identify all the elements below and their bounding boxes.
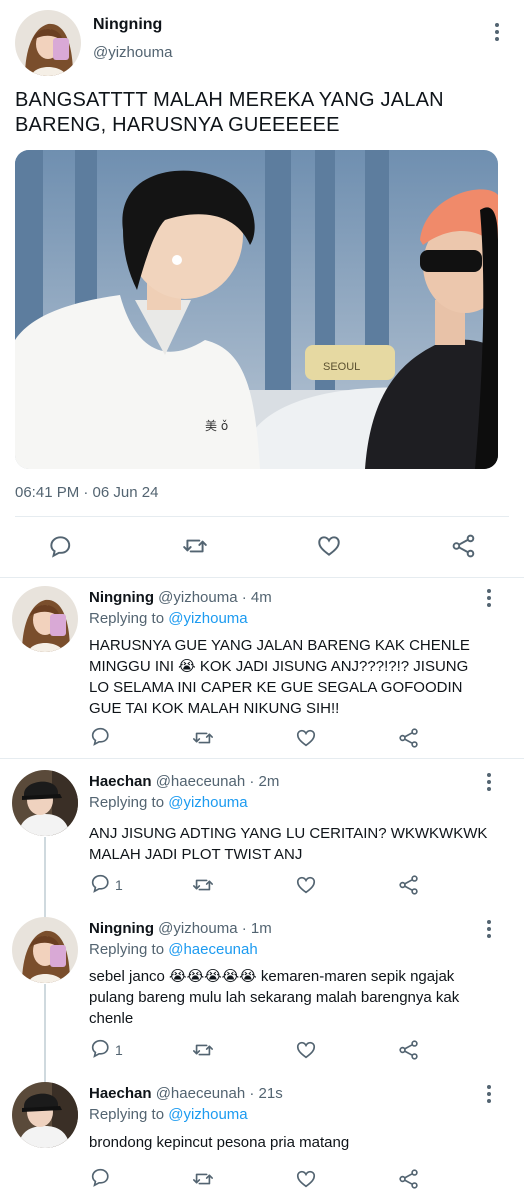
- replying-label: Replying to: [89, 1106, 165, 1123]
- reply-text: HARUSNYA GUE YANG JALAN BARENG KAK CHENL…: [89, 637, 470, 717]
- replying-to-handle[interactable]: @yizhouma: [168, 610, 247, 627]
- reply-tweet: Ningning @yizhouma · 4m Replying to @yiz…: [0, 578, 524, 758]
- reply-header: Ningning @yizhouma · 4m: [89, 589, 272, 606]
- retweet-icon[interactable]: [192, 873, 214, 897]
- reply-header: Haechan @haeceunah · 21s: [89, 1085, 283, 1102]
- tweet-timestamp[interactable]: 06:41 PM · 06 Jun 24: [15, 484, 158, 501]
- retweet-icon[interactable]: [181, 532, 209, 560]
- avatar-haechan[interactable]: [12, 1082, 78, 1148]
- reply-text: ANJ JISUNG ADTING YANG LU CERITAIN? WKWK…: [89, 825, 488, 863]
- reply-text: sebel janco 😭😭😭😭😭 kemaren-maren sepik ng…: [89, 968, 460, 1027]
- author-name[interactable]: Ningning: [89, 589, 154, 606]
- author-handle[interactable]: @haeceunah: [156, 773, 245, 790]
- replying-to-handle[interactable]: @haeceunah: [168, 941, 257, 958]
- replying-to-handle[interactable]: @yizhouma: [168, 794, 247, 811]
- reply-text: brondong kepincut pesona pria matang: [89, 1134, 350, 1151]
- more-vertical-icon[interactable]: [479, 1084, 499, 1104]
- reply-time[interactable]: · 2m: [249, 773, 279, 790]
- author-name[interactable]: Haechan: [89, 1085, 152, 1102]
- more-vertical-icon[interactable]: [479, 772, 499, 792]
- replying-to: Replying to @yizhouma: [89, 610, 248, 627]
- author-name[interactable]: Ningning: [93, 16, 162, 34]
- avatar-ningning[interactable]: [12, 586, 78, 652]
- share-icon[interactable]: [398, 1038, 420, 1062]
- retweet-icon[interactable]: [192, 726, 214, 750]
- author-handle[interactable]: @yizhouma: [93, 44, 172, 61]
- share-icon[interactable]: [398, 873, 420, 897]
- reply-header: Ningning @yizhouma · 1m: [89, 920, 272, 937]
- replying-to-handle[interactable]: @yizhouma: [168, 1106, 247, 1123]
- share-icon[interactable]: [450, 532, 478, 560]
- more-vertical-icon[interactable]: [479, 588, 499, 608]
- replying-label: Replying to: [89, 610, 165, 627]
- share-icon[interactable]: [398, 1167, 420, 1191]
- more-vertical-icon[interactable]: [479, 919, 499, 939]
- reply-icon: [89, 1166, 111, 1193]
- reply-header: Haechan @haeceunah · 2m: [89, 773, 279, 790]
- share-icon[interactable]: [398, 726, 420, 750]
- reply-icon[interactable]: [46, 532, 74, 560]
- retweet-icon[interactable]: [192, 1038, 214, 1062]
- heart-icon[interactable]: [295, 873, 317, 897]
- reply-icon: [89, 1037, 111, 1064]
- retweet-icon[interactable]: [192, 1167, 214, 1191]
- replying-label: Replying to: [89, 941, 165, 958]
- reply-tweet: Haechan @haeceunah · 21s Replying to @yi…: [0, 1072, 524, 1200]
- reply-count: 1: [115, 877, 123, 893]
- reply-tweet: Haechan @haeceunah · 2m Replying to @yiz…: [0, 759, 524, 909]
- reply-time[interactable]: · 21s: [249, 1085, 282, 1102]
- reply-count: 1: [115, 1042, 123, 1058]
- reply-button[interactable]: 1: [89, 1038, 123, 1062]
- heart-icon[interactable]: [295, 726, 317, 750]
- author-handle[interactable]: @yizhouma: [158, 920, 237, 937]
- more-vertical-icon[interactable]: [487, 22, 507, 42]
- heart-icon[interactable]: [315, 532, 343, 560]
- shirt-text: 美 ǒ: [205, 419, 228, 433]
- reply-button[interactable]: [89, 726, 115, 750]
- reply-icon: [89, 725, 111, 752]
- author-name[interactable]: Ningning: [89, 920, 154, 937]
- tweet-photo[interactable]: SEOUL 美 ǒ: [15, 150, 498, 469]
- avatar-ningning[interactable]: [12, 917, 78, 983]
- main-tweet: Ningning @yizhouma BANGSATTTT MALAH MERE…: [0, 0, 524, 577]
- heart-icon[interactable]: [295, 1038, 317, 1062]
- heart-icon[interactable]: [295, 1167, 317, 1191]
- replying-to: Replying to @yizhouma: [89, 794, 248, 811]
- author-name[interactable]: Haechan: [89, 773, 152, 790]
- avatar-ningning[interactable]: [15, 10, 81, 76]
- avatar-haechan[interactable]: [12, 770, 78, 836]
- taxi-sign: SEOUL: [323, 361, 360, 373]
- replying-label: Replying to: [89, 794, 165, 811]
- replying-to: Replying to @haeceunah: [89, 941, 258, 958]
- reply-tweet: Ningning @yizhouma · 1m Replying to @hae…: [0, 906, 524, 1076]
- reply-button[interactable]: 1: [89, 873, 123, 897]
- reply-button[interactable]: [89, 1167, 115, 1191]
- replying-to: Replying to @yizhouma: [89, 1106, 248, 1123]
- reply-time[interactable]: · 4m: [242, 589, 272, 606]
- author-handle[interactable]: @haeceunah: [156, 1085, 245, 1102]
- divider: [15, 516, 509, 517]
- reply-icon: [89, 872, 111, 899]
- tweet-text: BANGSATTTT MALAH MEREKA YANG JALAN BAREN…: [15, 89, 444, 136]
- author-handle[interactable]: @yizhouma: [158, 589, 237, 606]
- reply-time[interactable]: · 1m: [242, 920, 272, 937]
